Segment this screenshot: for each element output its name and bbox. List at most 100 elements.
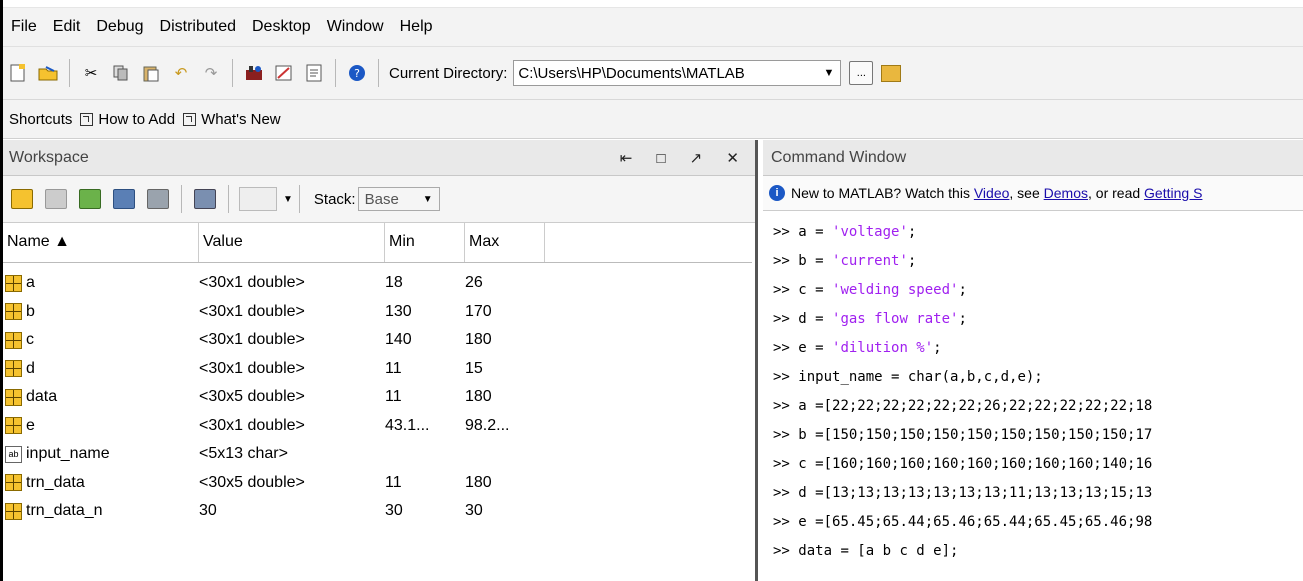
- variable-name-cell: trn_data_n: [3, 502, 199, 520]
- video-link[interactable]: Video: [974, 185, 1010, 201]
- menu-window[interactable]: Window: [319, 18, 392, 36]
- command-tail: ;: [907, 252, 917, 269]
- how-to-add-link[interactable]: How to Add: [98, 111, 175, 128]
- profiler-icon[interactable]: [303, 62, 325, 84]
- table-row[interactable]: e <30x1 double> 43.1... 98.2...: [3, 412, 752, 441]
- command-history-area[interactable]: >> a = 'voltage'; >> b = 'current'; >> c =…: [763, 211, 1303, 565]
- menu-distributed[interactable]: Distributed: [152, 18, 244, 36]
- column-header-value[interactable]: Value: [199, 222, 385, 262]
- matrix-variable-icon: [5, 303, 22, 321]
- toolbar-separator: [232, 59, 233, 87]
- table-row[interactable]: b <30x1 double> 130 170: [3, 298, 752, 327]
- chevron-down-icon[interactable]: ▼: [823, 67, 834, 79]
- variable-name: trn_data: [26, 473, 85, 491]
- menu-desktop[interactable]: Desktop: [244, 18, 319, 36]
- variable-name-cell: c: [3, 331, 199, 349]
- shortcut-link-icon: [80, 112, 94, 126]
- column-header-max[interactable]: Max: [465, 222, 545, 262]
- variable-value: <30x5 double>: [199, 473, 305, 491]
- variable-name-cell: data: [3, 388, 199, 406]
- variable-value: <30x1 double>: [199, 331, 305, 349]
- table-row[interactable]: trn_data <30x5 double> 11 180: [3, 469, 752, 498]
- table-row[interactable]: d <30x1 double> 11 15: [3, 355, 752, 384]
- column-header-empty: [545, 222, 752, 262]
- demos-link[interactable]: Demos: [1044, 185, 1088, 201]
- new-variable-icon[interactable]: [11, 189, 33, 209]
- variable-min: 11: [385, 359, 402, 377]
- guide-icon[interactable]: [273, 62, 295, 84]
- paste-icon[interactable]: [140, 62, 162, 84]
- command-prompt: >>: [773, 339, 799, 356]
- command-string: 'voltage': [832, 223, 908, 240]
- command-prompt: >>: [773, 484, 799, 501]
- matrix-variable-icon: [5, 331, 22, 349]
- variable-max: 180: [465, 331, 492, 349]
- variable-max: 180: [465, 473, 492, 491]
- plot-selector-icon[interactable]: [239, 187, 277, 211]
- menu-file[interactable]: File: [3, 18, 45, 36]
- command-code: d =: [798, 310, 833, 327]
- menu-debug[interactable]: Debug: [88, 18, 151, 36]
- variable-value: <30x1 double>: [199, 416, 305, 434]
- toolbar-separator: [335, 59, 336, 87]
- command-string: 'current': [832, 252, 908, 269]
- variable-min: 130: [385, 302, 412, 320]
- whats-new-link[interactable]: What's New: [201, 111, 281, 128]
- save-workspace-icon[interactable]: [113, 189, 135, 209]
- table-row[interactable]: a <30x1 double> 18 26: [3, 269, 752, 298]
- char-variable-icon: ab: [5, 445, 22, 463]
- current-directory-field[interactable]: C:\Users\HP\Documents\MATLAB ▼: [513, 60, 842, 86]
- info-text-mid2: , or read: [1088, 185, 1145, 201]
- variable-max: 15: [465, 359, 483, 377]
- variable-name-cell: d: [3, 360, 199, 378]
- toolbar-separator: [228, 185, 229, 213]
- new-file-icon[interactable]: [7, 62, 29, 84]
- info-text-prefix: New to MATLAB? Watch this: [791, 185, 974, 201]
- command-prompt: >>: [773, 542, 799, 559]
- chevron-down-icon: ▼: [422, 193, 433, 205]
- copy-icon[interactable]: [110, 62, 132, 84]
- getting-started-link[interactable]: Getting S: [1144, 185, 1202, 201]
- command-code: a =[22;22;22;22;22;22;26;22;22;22;22;22;…: [798, 397, 1153, 414]
- import-data-icon[interactable]: [79, 189, 101, 209]
- command-code: d =[13;13;13;13;13;13;13;11;13;13;13;15;…: [798, 484, 1153, 501]
- menu-edit[interactable]: Edit: [45, 18, 89, 36]
- browse-folder-button[interactable]: ...: [849, 61, 874, 85]
- chevron-down-icon[interactable]: ▼: [283, 194, 293, 205]
- open-selection-icon[interactable]: [45, 189, 67, 209]
- delete-variable-icon[interactable]: [194, 189, 216, 209]
- command-line: >> c =[160;160;160;160;160;160;160;160;1…: [773, 449, 1303, 478]
- open-folder-icon[interactable]: [37, 62, 59, 84]
- matrix-variable-icon: [5, 360, 22, 378]
- command-prompt: >>: [773, 223, 799, 240]
- print-icon[interactable]: [147, 189, 169, 209]
- command-tail: ;: [907, 223, 917, 240]
- help-icon[interactable]: ?: [346, 62, 368, 84]
- table-row[interactable]: c <30x1 double> 140 180: [3, 326, 752, 355]
- menu-bar: File Edit Debug Distributed Desktop Wind…: [3, 8, 1303, 47]
- info-bar: i New to MATLAB? Watch this Video , see …: [763, 176, 1303, 211]
- panel-window-controls[interactable]: ⇤ □ ↗ ✕: [620, 149, 749, 167]
- undo-icon[interactable]: ↶: [170, 62, 192, 84]
- stack-select[interactable]: Base ▼: [357, 187, 440, 211]
- table-row[interactable]: data <30x5 double> 11 180: [3, 383, 752, 412]
- table-row[interactable]: trn_data_n 30 30 30: [3, 497, 752, 526]
- simulink-icon[interactable]: [243, 62, 265, 84]
- workspace-rows: a <30x1 double> 18 26 b <30x1 double> 130 170 c <…: [3, 263, 752, 526]
- cut-icon[interactable]: ✂: [80, 62, 102, 84]
- variable-name: trn_data_n: [26, 502, 103, 520]
- variable-min: 11: [385, 388, 402, 406]
- command-prompt: >>: [773, 397, 799, 414]
- shortcuts-bar: Shortcuts How to Add What's New: [3, 100, 1303, 139]
- redo-icon[interactable]: ↷: [200, 62, 222, 84]
- command-line: >> a = 'voltage';: [773, 217, 1303, 246]
- column-header-min[interactable]: Min: [385, 222, 465, 262]
- folder-up-icon[interactable]: [881, 64, 902, 82]
- command-prompt: >>: [773, 513, 799, 530]
- table-row[interactable]: ab input_name <5x13 char>: [3, 440, 752, 469]
- variable-max: 30: [465, 502, 483, 520]
- workspace-title: Workspace: [9, 148, 89, 166]
- column-header-name[interactable]: Name ▲: [3, 222, 199, 262]
- command-prompt: >>: [773, 455, 799, 472]
- menu-help[interactable]: Help: [392, 18, 441, 36]
